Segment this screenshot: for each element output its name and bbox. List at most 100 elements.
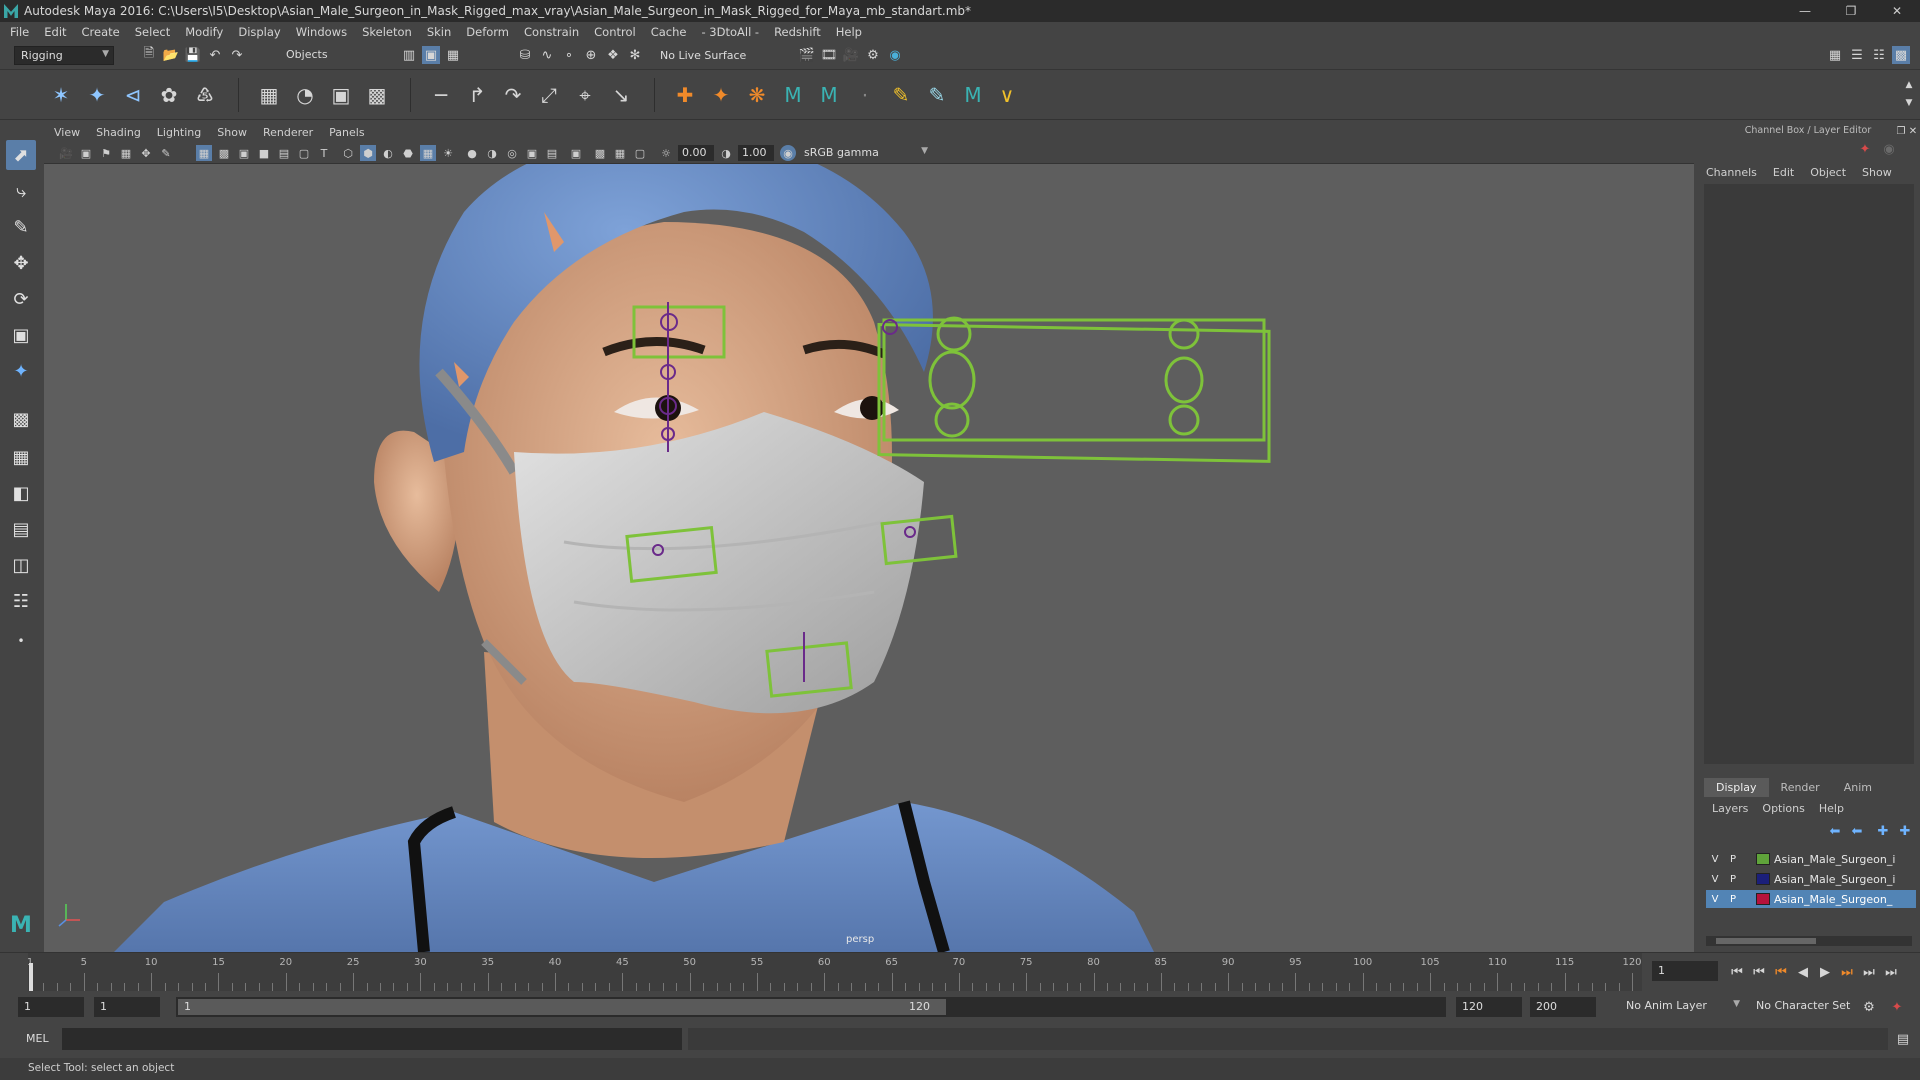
safe-action-icon[interactable]: ▢ bbox=[296, 145, 312, 161]
script-7-icon[interactable]: ∨ bbox=[994, 82, 1020, 108]
current-frame-field[interactable]: 1 bbox=[1652, 961, 1718, 981]
close-panel-icon[interactable]: ✕ bbox=[1904, 122, 1920, 140]
playback-start-field[interactable]: 1 bbox=[94, 997, 160, 1017]
snap-grid-icon[interactable]: ⛁ bbox=[516, 46, 534, 64]
menu-constrain[interactable]: Constrain bbox=[524, 25, 579, 39]
tab-anim[interactable]: Anim bbox=[1832, 778, 1884, 797]
outliner-layout-icon[interactable]: ☷ bbox=[6, 586, 36, 616]
panel-circle-1[interactable] bbox=[936, 316, 972, 352]
orient-constraint-icon[interactable]: ↷ bbox=[500, 82, 526, 108]
panel-circle-2[interactable] bbox=[928, 350, 976, 410]
persp-graph-icon[interactable]: ▤ bbox=[6, 514, 36, 544]
menu-file[interactable]: File bbox=[10, 25, 29, 39]
cluster-icon[interactable]: ▣ bbox=[328, 82, 354, 108]
parent-constraint-icon[interactable]: ⌖ bbox=[572, 82, 598, 108]
script-editor-icon[interactable]: ▤ bbox=[1894, 1030, 1912, 1048]
last-tool-icon[interactable]: ✦ bbox=[6, 356, 36, 386]
ik-handle-icon[interactable]: ⊲ bbox=[120, 82, 146, 108]
snap-surface-icon[interactable]: ❖ bbox=[604, 46, 622, 64]
menu-set-dropdown[interactable]: Rigging ▼ bbox=[14, 46, 114, 65]
time-ruler[interactable]: 1510152025303540455055606570758085909510… bbox=[27, 953, 1642, 991]
scale-constraint-icon[interactable]: ⤢ bbox=[536, 82, 562, 108]
depth-of-field-icon[interactable]: ▤ bbox=[544, 145, 560, 161]
channel-menu-object[interactable]: Object bbox=[1810, 166, 1846, 179]
panel-menu-shading[interactable]: Shading bbox=[96, 126, 141, 139]
channel-box-toggle-icon[interactable]: ▩ bbox=[1892, 46, 1910, 64]
scale-tool-icon[interactable]: ▣ bbox=[6, 320, 36, 350]
layer-color-swatch[interactable] bbox=[1756, 873, 1770, 885]
maya-script-2-icon[interactable]: M bbox=[816, 82, 842, 108]
panel-circle-6[interactable] bbox=[1168, 404, 1200, 436]
save-scene-icon[interactable]: 💾 bbox=[184, 46, 202, 64]
gamma-icon[interactable]: ◑ bbox=[718, 145, 734, 161]
channel-menu-edit[interactable]: Edit bbox=[1773, 166, 1794, 179]
shadows-icon[interactable]: ● bbox=[464, 145, 480, 161]
maya-script-6-icon[interactable]: M bbox=[960, 82, 986, 108]
mel-input[interactable] bbox=[62, 1028, 682, 1050]
close-icon[interactable]: ✕ bbox=[1874, 0, 1920, 22]
menu-skin[interactable]: Skin bbox=[427, 25, 451, 39]
panel-menu-lighting[interactable]: Lighting bbox=[157, 126, 201, 139]
channel-menu-channels[interactable]: Channels bbox=[1706, 166, 1757, 179]
tab-render[interactable]: Render bbox=[1769, 778, 1832, 797]
four-view-icon[interactable]: ▦ bbox=[6, 442, 36, 472]
new-scene-icon[interactable]: 🗎 bbox=[140, 46, 158, 64]
exposure-icon[interactable]: ☼ bbox=[658, 145, 674, 161]
layer-playback-toggle[interactable]: P bbox=[1724, 894, 1742, 905]
color-management-icon[interactable]: ◉ bbox=[780, 145, 796, 161]
insert-joint-icon[interactable]: ✦ bbox=[84, 82, 110, 108]
panel-menu-view[interactable]: View bbox=[54, 126, 80, 139]
auto-key-icon[interactable]: ⚙ bbox=[1860, 998, 1878, 1016]
maximize-icon[interactable]: ❐ bbox=[1828, 0, 1874, 22]
camera-icon[interactable]: 🎥 bbox=[58, 145, 74, 161]
script-3-icon[interactable]: ⋅ bbox=[852, 82, 878, 108]
layer-color-swatch[interactable] bbox=[1756, 893, 1770, 905]
bind-skin-icon[interactable]: ▦ bbox=[256, 82, 282, 108]
joint-tool-icon[interactable]: ✶ bbox=[48, 82, 74, 108]
hypershade-icon[interactable]: ◉ bbox=[886, 46, 904, 64]
motion-blur-icon[interactable]: ◎ bbox=[504, 145, 520, 161]
layer-menu-help[interactable]: Help bbox=[1819, 802, 1844, 815]
minimize-icon[interactable]: — bbox=[1782, 0, 1828, 22]
layer-playback-toggle[interactable]: P bbox=[1724, 874, 1742, 885]
layer-scrollbar[interactable] bbox=[1706, 936, 1912, 946]
ik-spline-icon[interactable]: ✿ bbox=[156, 82, 182, 108]
grid-icon[interactable]: ▦ bbox=[196, 145, 212, 161]
color-space-dropdown[interactable]: sRGB gamma ▼ bbox=[800, 145, 932, 161]
film-gate-icon[interactable]: ▩ bbox=[216, 145, 232, 161]
shelf-scroll-down-icon[interactable]: ▼ bbox=[1900, 94, 1918, 112]
move-tool-icon[interactable]: ✥ bbox=[6, 248, 36, 278]
layer-visibility-toggle[interactable]: V bbox=[1706, 894, 1724, 905]
grease-pencil-icon[interactable]: ✎ bbox=[158, 145, 174, 161]
move-locator-icon[interactable]: ✦ bbox=[708, 82, 734, 108]
live-surface-label[interactable]: No Live Surface bbox=[660, 49, 746, 62]
wireframe-icon[interactable]: ⬡ bbox=[340, 145, 356, 161]
snap-view-icon[interactable]: ⊕ bbox=[582, 46, 600, 64]
undo-icon[interactable]: ↶ bbox=[206, 46, 224, 64]
menu-3dtoall[interactable]: - 3DtoAll - bbox=[701, 25, 759, 39]
viewport-scene[interactable] bbox=[44, 122, 1694, 952]
new-layer-selected-icon[interactable]: ✚ bbox=[1896, 822, 1914, 840]
play-forwards-icon[interactable]: ▶ bbox=[1816, 963, 1834, 981]
gamma-field[interactable]: 1.00 bbox=[738, 145, 774, 161]
script-5-icon[interactable]: ✎ bbox=[924, 82, 950, 108]
channel-menu-show[interactable]: Show bbox=[1862, 166, 1892, 179]
panel-menu-panels[interactable]: Panels bbox=[329, 126, 364, 139]
animation-end-field[interactable]: 200 bbox=[1530, 997, 1596, 1017]
channel-box-pin-icon[interactable]: ✦ bbox=[1856, 140, 1874, 158]
anim-prefs-icon[interactable]: ✦ bbox=[1888, 998, 1906, 1016]
side-by-side-icon[interactable]: ◧ bbox=[6, 478, 36, 508]
two-d-pan-icon[interactable]: ✥ bbox=[138, 145, 154, 161]
xray-icon[interactable]: ▩ bbox=[592, 145, 608, 161]
menu-edit[interactable]: Edit bbox=[44, 25, 66, 39]
resolution-gate-icon[interactable]: ▣ bbox=[236, 145, 252, 161]
panel-circle-5[interactable] bbox=[1164, 356, 1204, 404]
step-back-frame-icon[interactable]: ⏮ bbox=[1750, 963, 1768, 981]
menu-redshift[interactable]: Redshift bbox=[774, 25, 821, 39]
layer-row-selected[interactable]: V P Asian_Male_Surgeon_ bbox=[1706, 890, 1916, 908]
camera-attributes-icon[interactable]: ▣ bbox=[78, 145, 94, 161]
default-material-icon[interactable]: ◐ bbox=[380, 145, 396, 161]
character-set-dropdown[interactable]: No Character Set bbox=[1750, 997, 1860, 1017]
move-layer-up-icon[interactable]: ⬅ bbox=[1826, 822, 1844, 840]
step-forward-key-icon[interactable]: ⏭ bbox=[1838, 963, 1856, 981]
